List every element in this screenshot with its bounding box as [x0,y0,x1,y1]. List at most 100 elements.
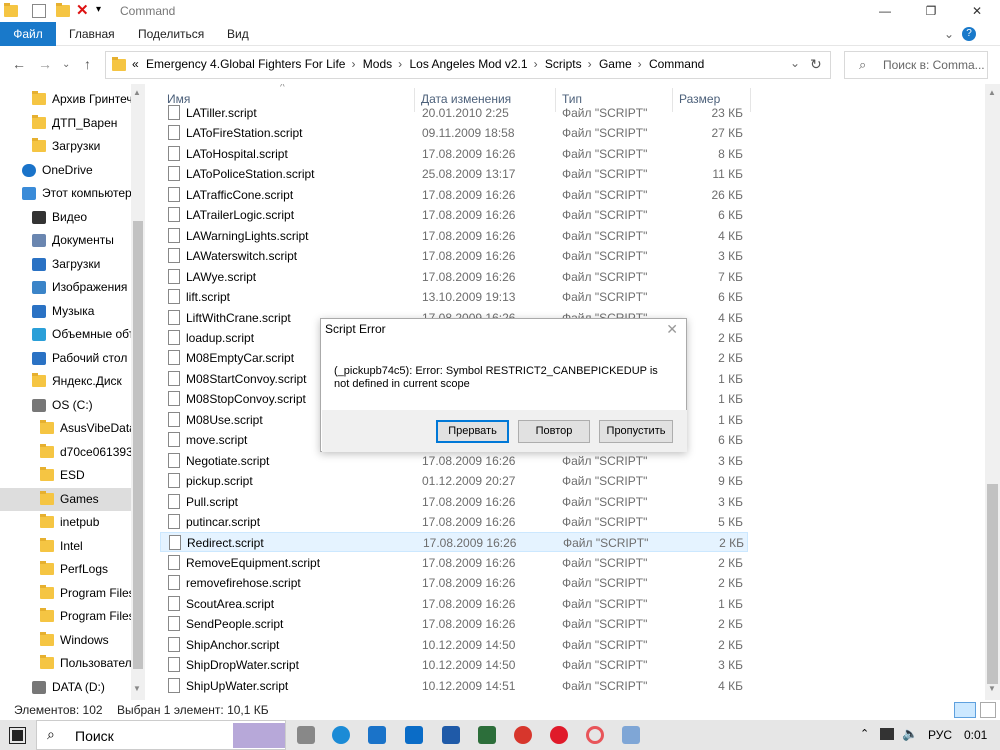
file-row[interactable]: ScoutArea.script 17.08.2009 16:26 Файл "SC… [160,594,748,614]
breadcrumb[interactable]: Command [649,57,704,71]
file-scrollbar[interactable]: ▲ ▼ [985,84,1000,700]
nav-item[interactable]: Видео [0,206,131,229]
nav-item[interactable]: OneDrive [0,159,131,182]
abort-button[interactable]: Прервать [436,420,509,443]
file-row[interactable]: LAToPoliceStation.script 25.08.2009 13:17… [160,164,748,184]
nav-item[interactable]: Архив Гринтеч [0,88,131,111]
minimize-button[interactable]: — [862,0,908,22]
nav-item[interactable]: DATA (D:) [0,676,131,699]
network-icon[interactable] [880,728,894,740]
address-dropdown-icon[interactable]: ⌄ [790,56,800,70]
store-icon[interactable] [368,726,386,744]
dialog-close-button[interactable]: ✕ [666,321,678,338]
breadcrumb[interactable]: Emergency 4.Global Fighters For Life [146,57,345,71]
nav-item[interactable]: AsusVibeData [0,417,131,440]
address-bar[interactable]: « Emergency 4.Global Fighters For Life › … [105,51,831,79]
breadcrumb[interactable]: Scripts [545,57,582,71]
recent-dropdown-icon[interactable]: ⌄ [62,59,70,70]
nav-item[interactable]: Объемные объ [0,323,131,346]
file-row[interactable]: LAToFireStation.script 09.11.2009 18:58 Фа… [160,123,748,143]
new-folder-icon[interactable] [56,3,70,17]
nav-item[interactable]: PerfLogs [0,558,131,581]
tray-chevron-icon[interactable]: ⌃ [860,727,869,740]
opera-gx-icon[interactable] [586,726,604,744]
file-row[interactable]: lift.script 13.10.2009 19:13 Файл "SCRIPT"… [160,287,748,307]
clock[interactable]: 0:01 [964,728,987,742]
chrome-icon[interactable] [514,726,532,744]
up-icon[interactable]: ↑ [84,56,91,72]
forward-icon[interactable]: → [38,56,52,72]
file-row[interactable]: LAWaterswitch.script 17.08.2009 16:26 Файл… [160,246,748,266]
column-divider[interactable] [750,88,751,112]
retry-button[interactable]: Повтор [518,420,590,443]
close-button[interactable]: ✕ [954,0,1000,22]
nav-item[interactable]: Музыка [0,300,131,323]
tab-home[interactable]: Главная [69,27,115,41]
nav-item[interactable]: d70ce0613931 [0,441,131,464]
task-view-icon[interactable] [297,726,315,744]
nav-item[interactable]: Пользовател [0,652,131,675]
chevron-right-icon[interactable]: › [638,57,642,71]
taskbar-search[interactable]: ⌕ Поиск [36,720,286,750]
nav-item[interactable]: Program Files [0,582,131,605]
back-icon[interactable]: ← [12,56,26,72]
file-row[interactable]: putincar.script 17.08.2009 16:26 Файл "SCR… [160,512,748,532]
breadcrumb[interactable]: Los Angeles Mod v2.1 [409,57,527,71]
start-icon[interactable] [9,727,26,744]
chevron-right-icon[interactable]: › [588,57,592,71]
xbox-icon[interactable] [478,726,496,744]
refresh-icon[interactable]: ↻ [810,56,822,73]
help-icon[interactable]: ? [962,27,976,41]
file-row[interactable]: ShipDropWater.script 10.12.2009 14:50 Файл… [160,655,748,675]
maximize-button[interactable]: ❐ [908,0,954,22]
qat-dropdown-icon[interactable]: ▾ [96,4,101,20]
nav-item[interactable]: Загрузки [0,135,131,158]
chevron-right-icon[interactable]: › [398,57,402,71]
file-scroll-thumb[interactable] [987,484,998,684]
ignore-button[interactable]: Пропустить [599,420,673,443]
file-row[interactable]: Redirect.script 17.08.2009 16:26 Файл "SCR… [160,532,748,553]
language-indicator[interactable]: РУС [928,728,952,742]
emergency-app-icon[interactable] [622,726,640,744]
nav-item[interactable]: Intel [0,535,131,558]
nav-item[interactable]: OS (C:) [0,394,131,417]
file-row[interactable]: RemoveEquipment.script 17.08.2009 16:26 Фа… [160,553,748,573]
nav-item[interactable]: Program Files [0,605,131,628]
nav-scrollbar[interactable]: ▲ ▼ [131,84,145,700]
mail-icon[interactable] [405,726,423,744]
scroll-down-icon[interactable]: ▼ [133,684,141,693]
properties-icon[interactable] [32,4,46,18]
nav-item[interactable]: Документы [0,229,131,252]
breadcrumb-prefix[interactable]: « [132,57,139,71]
search-input[interactable]: ⌕ Поиск в: Comma... [844,51,988,79]
chevron-right-icon[interactable]: › [351,57,355,71]
volume-icon[interactable]: 🔈 [902,726,918,742]
file-row[interactable]: LAWarningLights.script 17.08.2009 16:26 Фа… [160,226,748,246]
nav-item[interactable]: Windows [0,629,131,652]
file-row[interactable]: Pull.script 17.08.2009 16:26 Файл "SCRIPT"… [160,492,748,512]
tab-file[interactable]: Файл [0,22,56,46]
tab-view[interactable]: Вид [227,27,249,41]
delete-icon[interactable]: ✕ [76,1,89,19]
scroll-up-icon[interactable]: ▲ [988,88,996,97]
file-row[interactable]: LATiller.script 20.01.2010 2:25 Файл "SCRI… [160,103,748,123]
file-row[interactable]: LAWye.script 17.08.2009 16:26 Файл "SCRIPT… [160,267,748,287]
nav-item[interactable]: Этот компьютер [0,182,131,205]
file-row[interactable]: pickup.script 01.12.2009 20:27 Файл "SCRIP… [160,471,748,491]
file-row[interactable]: LAToHospital.script 17.08.2009 16:26 Файл … [160,144,748,164]
ribbon-expand-icon[interactable]: ⌄ [944,27,954,41]
nav-item[interactable]: Изображения [0,276,131,299]
file-row[interactable]: ShipAnchor.script 10.12.2009 14:50 Файл "S… [160,635,748,655]
nav-item[interactable]: Games [0,487,131,511]
tab-share[interactable]: Поделиться [138,27,204,41]
nav-item[interactable]: Рабочий стол [0,347,131,370]
opera-icon[interactable] [550,726,568,744]
file-row[interactable]: Negotiate.script 17.08.2009 16:26 Файл "SC… [160,451,748,471]
nav-scroll-thumb[interactable] [133,221,143,669]
m-app-icon[interactable] [442,726,460,744]
details-view-icon[interactable] [954,702,976,718]
file-row[interactable]: removefirehose.script 17.08.2009 16:26 Фай… [160,573,748,593]
nav-item[interactable]: inetpub [0,511,131,534]
nav-item[interactable]: ESD [0,464,131,487]
nav-item[interactable]: Яндекс.Диск [0,370,131,393]
